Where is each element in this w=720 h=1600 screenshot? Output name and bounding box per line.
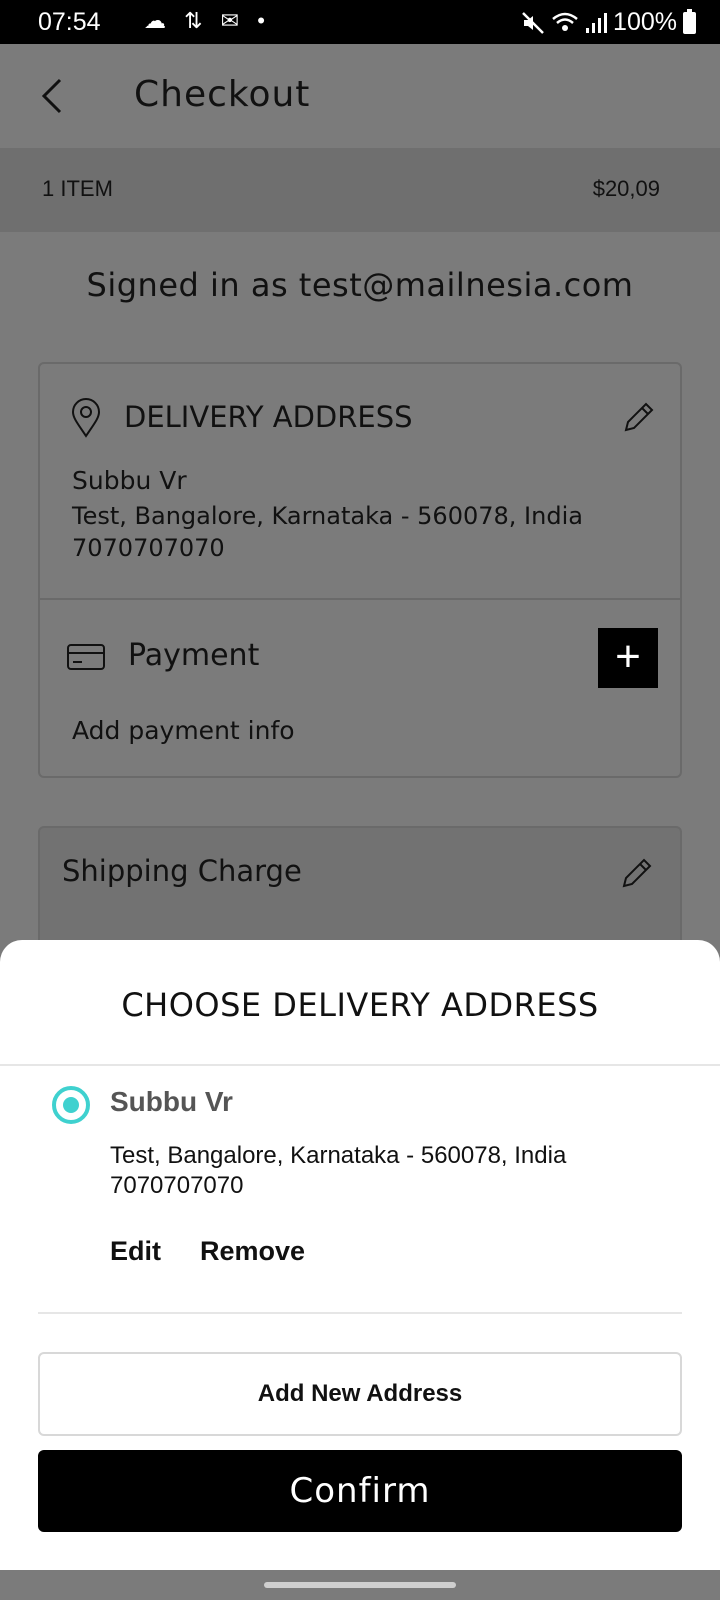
mute-icon (522, 11, 544, 34)
payment-section: Payment + Add payment info (40, 600, 680, 776)
signed-in-text: Signed in as test@mailnesia.com (86, 266, 634, 304)
status-bar: 07:54 ☁ ⇅ ✉ • 100% (0, 0, 720, 44)
delivery-section: DELIVERY ADDRESS Subbu Vr Test, Bangalor… (40, 364, 680, 600)
remove-address-button[interactable]: Remove (200, 1236, 305, 1267)
add-payment-info-link[interactable]: Add payment info (72, 716, 295, 745)
delivery-name: Subbu Vr (72, 466, 187, 495)
divider (38, 1312, 682, 1314)
page-title: Checkout (134, 74, 311, 115)
checkout-card: DELIVERY ADDRESS Subbu Vr Test, Bangalor… (38, 362, 682, 778)
battery-icon (683, 8, 696, 34)
add-new-address-button[interactable]: Add New Address (38, 1352, 682, 1436)
pencil-icon[interactable] (620, 856, 654, 890)
home-handle[interactable] (264, 1582, 456, 1588)
status-time: 07:54 (38, 8, 101, 36)
confirm-button[interactable]: Confirm (38, 1450, 682, 1532)
app-header: Checkout (0, 44, 720, 148)
delivery-address: Test, Bangalore, Karnataka - 560078, Ind… (72, 502, 583, 530)
wifi-icon (552, 12, 578, 31)
location-pin-icon (71, 398, 101, 438)
sheet-title: CHOOSE DELIVERY ADDRESS (121, 986, 599, 1024)
add-payment-button[interactable]: + (598, 628, 658, 688)
item-count: 1 ITEM (42, 176, 113, 201)
order-total: $20,09 (592, 176, 660, 201)
choose-address-sheet: CHOOSE DELIVERY ADDRESS Subbu Vr Test, B… (0, 940, 720, 1570)
edit-address-button[interactable]: Edit (110, 1236, 161, 1267)
chevron-left-icon[interactable] (36, 74, 76, 118)
pencil-icon[interactable] (622, 400, 656, 434)
checkout-page: Checkout 1 ITEM $20,09 Signed in as test… (0, 44, 720, 966)
order-summary-bar: 1 ITEM $20,09 (0, 148, 720, 232)
credit-card-icon (67, 644, 105, 670)
system-nav-bar (0, 1570, 720, 1600)
payment-title: Payment (128, 638, 260, 673)
delivery-phone: 7070707070 (72, 534, 225, 562)
divider (0, 1064, 720, 1066)
battery-percent: 100% (613, 8, 677, 36)
address-phone: 7070707070 (110, 1172, 244, 1199)
signal-icon (586, 12, 608, 33)
radio-selected-dot (63, 1097, 79, 1113)
shipping-title: Shipping Charge (62, 854, 302, 888)
delivery-title: DELIVERY ADDRESS (124, 400, 413, 434)
address-name: Subbu Vr (110, 1086, 233, 1117)
address-radio[interactable] (52, 1086, 90, 1124)
notification-icons: ☁ ⇅ ✉ • (144, 8, 271, 33)
address-line: Test, Bangalore, Karnataka - 560078, Ind… (110, 1142, 567, 1169)
status-right: 100% (521, 8, 696, 37)
